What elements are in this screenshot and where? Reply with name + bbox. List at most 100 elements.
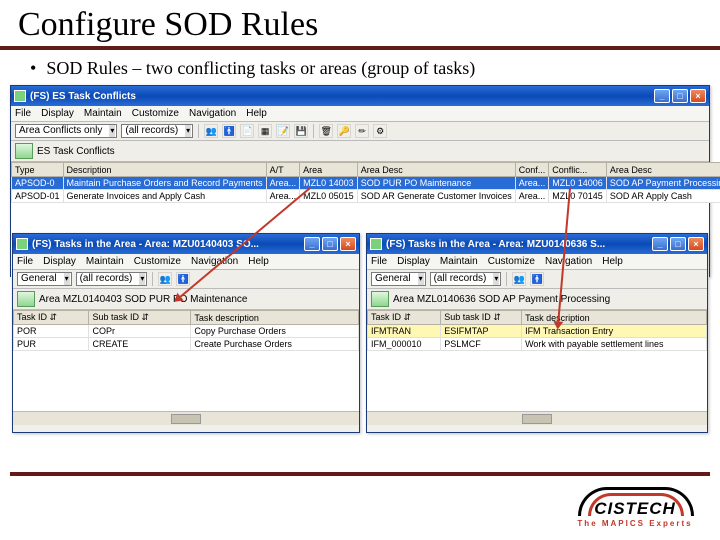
cell: COPr [89,325,191,338]
maximize-button[interactable]: □ [672,89,688,103]
menubar-main[interactable]: File Display Maintain Customize Navigati… [11,106,709,122]
menu-customize[interactable]: Customize [134,256,181,267]
col-taskdesc[interactable]: Task description [522,311,707,325]
col-taskdesc[interactable]: Task description [191,311,359,325]
menubar-right[interactable]: File Display Maintain Customize Navigati… [367,254,707,270]
header-label-text: Area MZL0140403 SOD PUR PO Maintenance [39,294,247,305]
minimize-button[interactable]: _ [654,89,670,103]
footer-divider [10,472,710,476]
cell: SOD AR Generate Customer Invoices [357,190,515,203]
table-row[interactable]: APSOD-0 Maintain Purchase Orders and Rec… [12,177,720,190]
area-icon [17,291,35,307]
trash-icon[interactable]: 🗑 [319,124,333,138]
menu-display[interactable]: Display [43,256,76,267]
logo-tagline: The MAPICS Experts [570,519,700,528]
people-icon[interactable]: 👥 [158,272,172,286]
menu-file[interactable]: File [15,108,31,119]
titlebar-left[interactable]: (FS) Tasks in the Area - Area: MZU014040… [13,234,359,254]
cell: Create Purchase Orders [191,338,359,351]
cell: Area... [266,177,300,190]
titlebar-main[interactable]: (FS) ES Task Conflicts _ □ × [11,86,709,106]
note-icon[interactable]: 📝 [276,124,290,138]
close-button[interactable]: × [340,237,356,251]
col-at[interactable]: A/T [266,163,300,177]
task-grid-right[interactable]: Task ID ⇵ Sub task ID ⇵ Task description… [367,310,707,351]
gear-icon[interactable]: ⚙ [373,124,387,138]
filter2-dropdown[interactable]: (all records) [76,272,148,286]
key-icon[interactable]: 🔑 [337,124,351,138]
logo: CISTECH The MAPICS Experts [570,481,700,528]
conflict-grid[interactable]: Type Description A/T Area Area Desc Conf… [11,162,720,203]
grid-icon[interactable]: ▦ [258,124,272,138]
col-subtask[interactable]: Sub task ID ⇵ [441,311,522,325]
filter1-dropdown[interactable]: Area Conflicts only [15,124,117,138]
menu-help[interactable]: Help [248,256,269,267]
menu-maintain[interactable]: Maintain [84,108,122,119]
col-desc[interactable]: Description [63,163,266,177]
cell: PSLMCF [441,338,522,351]
cell: Work with payable settlement lines [522,338,707,351]
cell: MZL0 05015 [300,190,358,203]
col-conf[interactable]: Conf... [515,163,549,177]
doc-icon[interactable]: 📄 [240,124,254,138]
col-taskid[interactable]: Task ID ⇵ [368,311,441,325]
minimize-button[interactable]: _ [304,237,320,251]
pencil-icon[interactable]: ✏ [355,124,369,138]
cell: APSOD-0 [12,177,64,190]
menu-file[interactable]: File [371,256,387,267]
close-button[interactable]: × [690,89,706,103]
cell: SOD PUR PO Maintenance [357,177,515,190]
app-icon [14,90,26,102]
col-subtask[interactable]: Sub task ID ⇵ [89,311,191,325]
col-areadesc2[interactable]: Area Desc [606,163,720,177]
menu-display[interactable]: Display [41,108,74,119]
table-row[interactable]: IFM_000010 PSLMCF Work with payable sett… [368,338,707,351]
col-type[interactable]: Type [12,163,64,177]
menu-help[interactable]: Help [246,108,267,119]
col-confid[interactable]: Conflic... [549,163,607,177]
filter2-dropdown[interactable]: (all records) [121,124,193,138]
cell: IFM_000010 [368,338,441,351]
titlebar-right[interactable]: (FS) Tasks in the Area - Area: MZU014063… [367,234,707,254]
window-title: (FS) Tasks in the Area - Area: MZU014040… [32,239,259,250]
menu-customize[interactable]: Customize [488,256,535,267]
task-grid-left[interactable]: Task ID ⇵ Sub task ID ⇵ Task description… [13,310,359,351]
logo-arc-icon [570,481,700,511]
menu-help[interactable]: Help [602,256,623,267]
menu-display[interactable]: Display [397,256,430,267]
filter1-dropdown[interactable]: General [371,272,426,286]
person-icon[interactable]: 🚹 [176,272,190,286]
menu-navigation[interactable]: Navigation [189,108,236,119]
conflict-icon [15,143,33,159]
cell: Area... [515,190,549,203]
minimize-button[interactable]: _ [652,237,668,251]
menu-maintain[interactable]: Maintain [86,256,124,267]
maximize-button[interactable]: □ [322,237,338,251]
filter1-dropdown[interactable]: General [17,272,72,286]
close-button[interactable]: × [688,237,704,251]
menu-maintain[interactable]: Maintain [440,256,478,267]
menu-navigation[interactable]: Navigation [545,256,592,267]
table-row[interactable]: APSOD-01 Generate Invoices and Apply Cas… [12,190,720,203]
col-taskid[interactable]: Task ID ⇵ [14,311,89,325]
header-label-main: ES Task Conflicts [11,141,709,162]
slide-title: Configure SOD Rules [0,0,720,50]
person-icon[interactable]: 🚹 [530,272,544,286]
h-scrollbar[interactable] [13,411,359,425]
col-areadesc1[interactable]: Area Desc [357,163,515,177]
table-row[interactable]: POR COPr Copy Purchase Orders [14,325,359,338]
filter2-dropdown[interactable]: (all records) [430,272,502,286]
col-area1[interactable]: Area [300,163,358,177]
people-icon[interactable]: 👥 [512,272,526,286]
person-icon[interactable]: 🚹 [222,124,236,138]
table-row[interactable]: IFMTRAN ESIFMTAP IFM Transaction Entry [368,325,707,338]
people-icon[interactable]: 👥 [204,124,218,138]
menu-customize[interactable]: Customize [132,108,179,119]
cell: POR [14,325,89,338]
save-icon[interactable]: 💾 [294,124,308,138]
table-row[interactable]: PUR CREATE Create Purchase Orders [14,338,359,351]
h-scrollbar[interactable] [367,411,707,425]
menu-file[interactable]: File [17,256,33,267]
menubar-left[interactable]: File Display Maintain Customize Navigati… [13,254,359,270]
maximize-button[interactable]: □ [670,237,686,251]
